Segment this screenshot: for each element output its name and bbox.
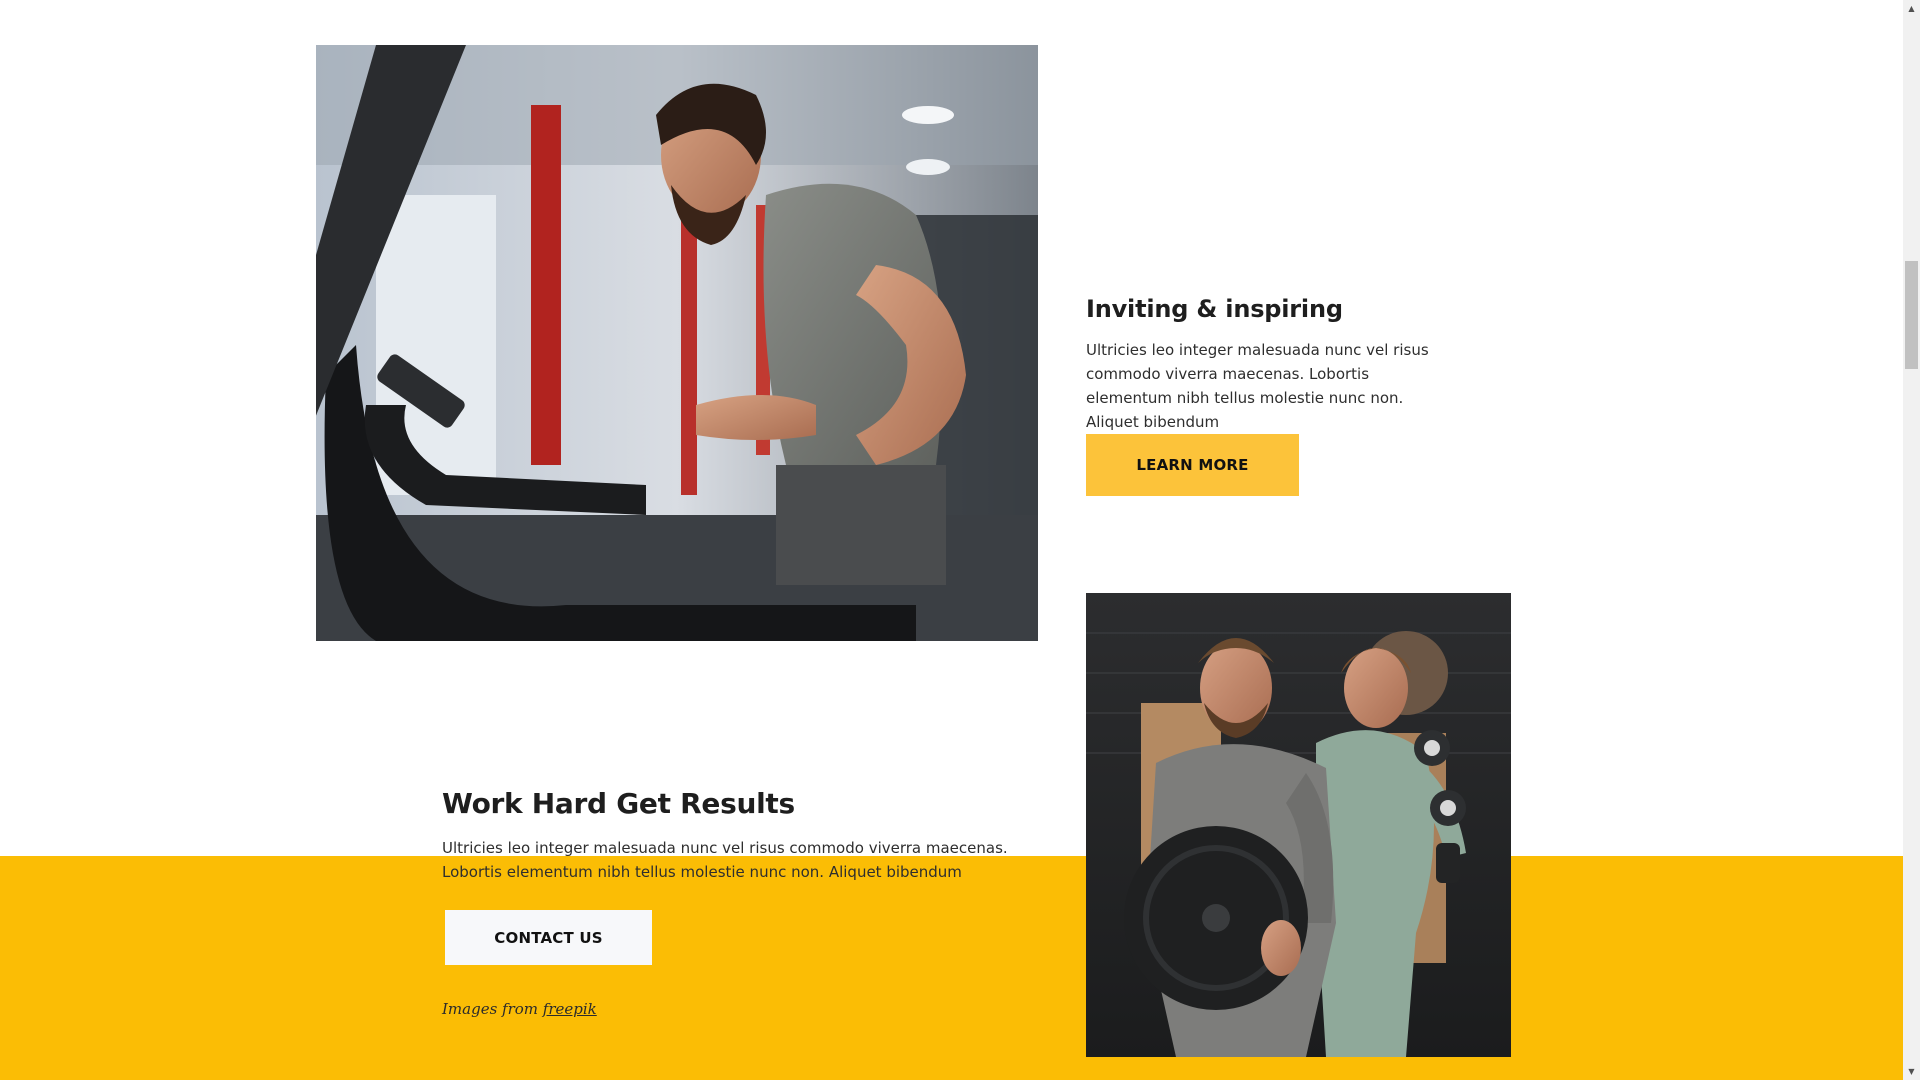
- couple-photo-illustration: [1086, 593, 1511, 1057]
- treadmill-photo: [316, 45, 1038, 641]
- work-heading: Work Hard Get Results: [442, 787, 795, 820]
- work-description: Ultricies leo integer malesuada nunc vel…: [442, 839, 1008, 881]
- inviting-text-block: Inviting & inspiring Ultricies leo integ…: [1086, 292, 1466, 434]
- work-text-block: Work Hard Get Results Ultricies leo inte…: [442, 784, 1052, 884]
- yellow-background-band: [0, 856, 1903, 1080]
- page: Inviting & inspiring Ultricies leo integ…: [0, 0, 1903, 1080]
- scroll-up-arrow-icon[interactable]: ▲: [1903, 0, 1920, 17]
- image-credits: Images from freepik: [442, 1000, 597, 1018]
- credits-prefix: Images from: [442, 1000, 539, 1018]
- inviting-heading: Inviting & inspiring: [1086, 295, 1343, 323]
- inviting-description: Ultricies leo integer malesuada nunc vel…: [1086, 341, 1429, 431]
- freepik-link[interactable]: freepik: [543, 1000, 597, 1018]
- couple-photo: [1086, 593, 1511, 1057]
- scrollbar-thumb[interactable]: [1905, 261, 1918, 369]
- learn-more-button[interactable]: LEARN MORE: [1086, 434, 1299, 496]
- vertical-scrollbar[interactable]: ▲ ▼: [1903, 0, 1920, 1080]
- contact-us-button[interactable]: CONTACT US: [445, 910, 652, 965]
- scroll-down-arrow-icon[interactable]: ▼: [1903, 1063, 1920, 1080]
- treadmill-photo-illustration: [316, 45, 1038, 641]
